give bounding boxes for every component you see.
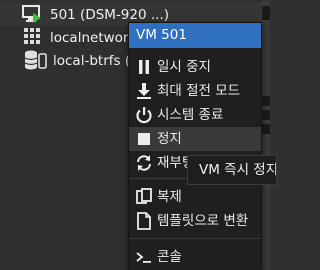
menu-item-label: 복제 [157,189,182,205]
menu-item-label: 정지 [157,131,182,147]
pause-icon [135,58,153,76]
refresh-icon [135,154,153,172]
terminal-icon [135,248,153,266]
menu-item-pause[interactable]: 일시 중지 [129,55,261,79]
menu-separator [129,238,261,239]
right-panel-edge [261,0,270,270]
storage-database-icon [24,50,47,70]
menu-item-clone[interactable]: 복제 [129,185,261,209]
tooltip: VM 즉시 정지 [187,155,277,185]
menu-item-console[interactable]: 콘솔 [129,245,261,269]
file-icon [135,212,153,230]
menu-item-label: 최대 절전 모드 [157,83,241,99]
menu-item-label: 일시 중지 [157,59,211,75]
network-grid-icon [24,28,44,48]
vm-running-icon [22,4,42,24]
context-menu: VM 501 일시 중지 최대 절전 모드 시스템 종료 정지 재부팅 복제 템… [128,22,262,270]
clone-icon [135,188,153,206]
tree-item-label: 501 (DSM-920 ...) [50,6,170,23]
menu-item-label: 시스템 종료 [157,107,224,123]
menu-header: VM 501 [129,23,261,48]
stop-icon [135,130,153,148]
tree-item-label: localnetwork [50,29,137,46]
menu-item-shutdown[interactable]: 시스템 종료 [129,103,261,127]
power-icon [135,106,153,124]
menu-item-hibernate[interactable]: 최대 절전 모드 [129,79,261,103]
tree-item-label: local-btrfs ( [53,52,131,69]
menu-item-stop[interactable]: 정지 [129,127,261,151]
menu-item-label: 템플릿으로 변환 [157,213,249,229]
menu-item-convert-template[interactable]: 템플릿으로 변환 [129,209,261,233]
menu-item-label: 콘솔 [157,249,182,265]
download-icon [135,82,153,100]
